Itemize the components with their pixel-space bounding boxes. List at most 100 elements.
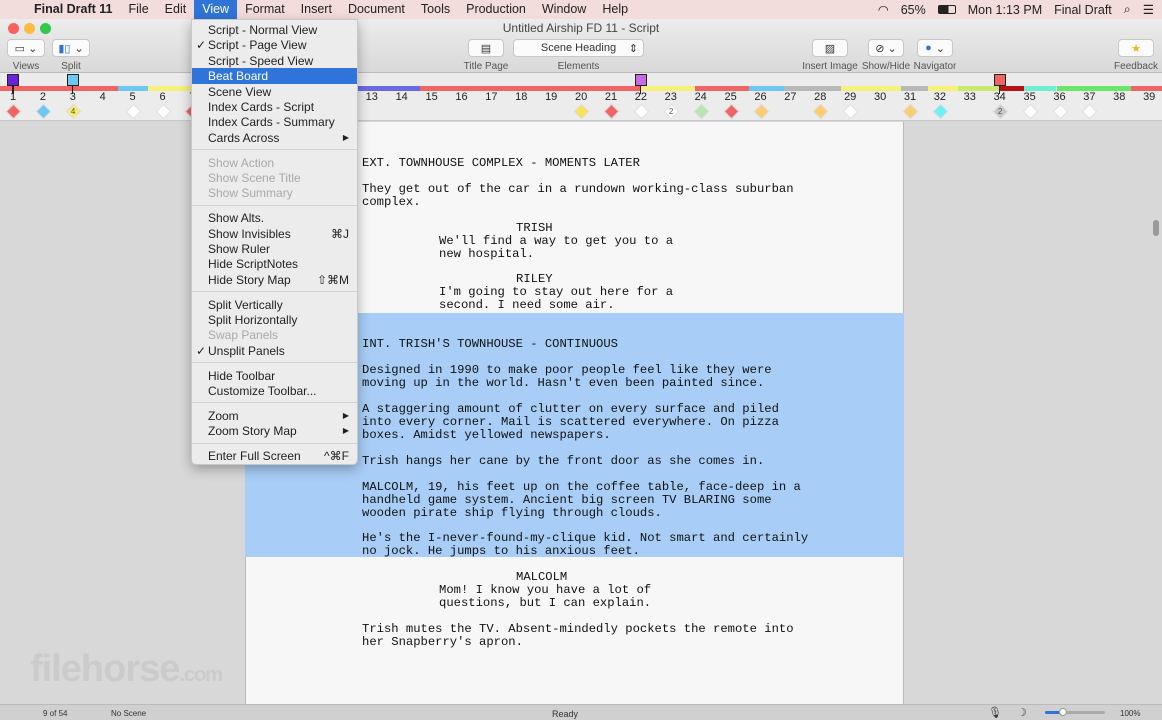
script-action-line[interactable]: They get out of the car in a rundown wor… — [362, 183, 794, 196]
user-menu[interactable]: Final Draft — [1054, 3, 1112, 17]
scene-beat-diamond[interactable] — [753, 103, 769, 120]
scene-beat-diamond[interactable] — [125, 103, 141, 120]
scene-beat-diamond[interactable] — [1052, 103, 1068, 120]
scene-number[interactable]: 30 — [868, 91, 892, 103]
scene-number[interactable]: 21 — [599, 91, 623, 103]
scene-number[interactable]: 14 — [390, 91, 414, 103]
menu-item-split-vertically[interactable]: Split Vertically — [192, 297, 357, 313]
scene-beat-diamond[interactable] — [603, 103, 620, 120]
scene-number[interactable]: 13 — [360, 91, 384, 103]
menu-item-script-speed-view[interactable]: Script - Speed View — [192, 53, 357, 69]
scene-number[interactable]: 5 — [121, 91, 145, 103]
scene-number[interactable]: 16 — [450, 91, 474, 103]
menu-window[interactable]: Window — [534, 0, 594, 19]
microphone-icon[interactable]: 🎙︎ — [988, 706, 1002, 719]
menu-item-scene-view[interactable]: Scene View — [192, 84, 357, 100]
scene-number[interactable]: 27 — [778, 91, 802, 103]
scene-beat-diamond[interactable] — [1022, 103, 1038, 120]
script-action-line[interactable]: complex. — [362, 196, 421, 209]
menu-insert[interactable]: Insert — [293, 0, 340, 19]
scene-number[interactable]: 28 — [808, 91, 832, 103]
zoom-slider[interactable] — [1045, 708, 1105, 716]
battery-percent[interactable]: 65% — [901, 3, 926, 17]
wifi-icon[interactable]: ◠ — [878, 2, 889, 17]
scene-number[interactable]: 18 — [509, 91, 533, 103]
navigator-button[interactable]: ● ⌄ Navigator — [912, 39, 958, 72]
apple-icon[interactable] — [0, 0, 26, 19]
menu-edit[interactable]: Edit — [157, 0, 195, 19]
scene-number[interactable]: 23 — [659, 91, 683, 103]
scene-number[interactable]: 39 — [1137, 91, 1161, 103]
menu-item-index-cards-summary[interactable]: Index Cards - Summary — [192, 114, 357, 130]
story-map-marker[interactable] — [7, 74, 19, 94]
split-button[interactable]: ▮▯ ⌄ Split — [52, 39, 90, 72]
script-dialogue-line[interactable]: second. I need some air. — [439, 299, 615, 312]
menu-item-unsplit-panels[interactable]: ✓ Unsplit Panels — [192, 343, 357, 359]
story-map[interactable]: 1234456789101112131415161718192021222322… — [0, 73, 1162, 121]
scene-number[interactable]: 19 — [539, 91, 563, 103]
clock[interactable]: Mon 1:13 PM — [968, 3, 1042, 17]
script-action-line[interactable]: EXT. TOWNHOUSE COMPLEX - MOMENTS LATER — [362, 157, 640, 170]
menu-document[interactable]: Document — [340, 0, 413, 19]
scene-number[interactable]: 26 — [749, 91, 773, 103]
story-map-marker[interactable] — [66, 74, 79, 94]
scene-number[interactable]: 4 — [91, 91, 115, 103]
scene-number[interactable]: 29 — [838, 91, 862, 103]
menu-production[interactable]: Production — [458, 0, 534, 19]
scene-number[interactable]: 15 — [420, 91, 444, 103]
spotlight-search-icon[interactable]: ⌕ — [1124, 2, 1131, 17]
scene-number[interactable]: 20 — [569, 91, 593, 103]
script-dialogue-line[interactable]: new hospital. — [439, 248, 534, 261]
script-action-line[interactable]: her Snapberry's apron. — [362, 636, 523, 649]
scene-beat-diamond[interactable] — [155, 103, 171, 120]
scene-number[interactable]: 2 — [31, 91, 55, 103]
scene-number[interactable]: 38 — [1107, 91, 1131, 103]
battery-icon[interactable] — [937, 5, 956, 14]
scene-beat-diamond[interactable] — [932, 103, 949, 120]
scene-number[interactable]: 24 — [689, 91, 713, 103]
night-mode-icon[interactable]: ☽ — [1017, 706, 1027, 719]
story-map-marker[interactable] — [993, 74, 1006, 94]
notification-center-icon[interactable]: ☰ — [1143, 2, 1154, 17]
scene-beat-diamond[interactable] — [1082, 103, 1098, 120]
story-map-marker[interactable] — [634, 74, 647, 94]
scene-beat-diamond[interactable] — [35, 103, 52, 120]
menu-item-zoom-story-map[interactable]: Zoom Story Map ▶ — [192, 423, 357, 439]
scene-beat-diamond[interactable] — [902, 103, 919, 120]
menu-file[interactable]: File — [121, 0, 157, 19]
elements-select[interactable]: Scene Heading ⇕ — [513, 39, 644, 57]
title-page-button[interactable]: ▤ Title Page — [462, 39, 510, 72]
scene-beat-diamond[interactable] — [723, 103, 739, 120]
scene-beat-diamond[interactable] — [813, 103, 829, 120]
scene-beat-diamond[interactable]: 2 — [663, 103, 680, 120]
scene-beat-diamond[interactable]: 4 — [65, 103, 82, 120]
menu-item-show-invisibles[interactable]: Show Invisibles ⌘J — [192, 226, 357, 242]
menu-item-hide-story-map[interactable]: Hide Story Map ⇧⌘M — [192, 272, 357, 288]
menu-item-cards-across[interactable]: Cards Across ▶ — [192, 130, 357, 146]
scene-beat-diamond[interactable] — [573, 103, 590, 120]
views-button[interactable]: ▭ ⌄ Views — [7, 39, 45, 72]
menu-item-beat-board[interactable]: Beat Board — [192, 68, 357, 85]
script-action-line[interactable]: INT. TRISH'S TOWNHOUSE - CONTINUOUS — [362, 338, 618, 351]
scene-number[interactable]: 6 — [151, 91, 175, 103]
vertical-scrollbar[interactable] — [1153, 220, 1159, 236]
scene-number[interactable]: 17 — [479, 91, 503, 103]
menu-format[interactable]: Format — [237, 0, 293, 19]
menu-item-script-page-view[interactable]: ✓ Script - Page View — [192, 37, 357, 53]
scene-number[interactable]: 33 — [958, 91, 982, 103]
script-action-line[interactable]: moving up in the world. Hasn't even been… — [362, 377, 764, 390]
script-action-line[interactable]: wooden pirate ship flying through clouds… — [362, 507, 662, 520]
script-action-line[interactable]: boxes. Amidst yellowed newspapers. — [362, 429, 611, 442]
scene-beat-diamond[interactable] — [693, 103, 709, 120]
scene-number[interactable]: 37 — [1077, 91, 1101, 103]
show-hide-button[interactable]: ⊘ ⌄ Show/Hide — [860, 39, 912, 72]
scene-beat-diamond[interactable] — [5, 103, 22, 120]
menu-view[interactable]: View — [194, 0, 238, 19]
menu-item-show-alts[interactable]: Show Alts. — [192, 210, 357, 226]
menu-item-zoom[interactable]: Zoom ▶ — [192, 408, 357, 424]
script-dialogue-line[interactable]: questions, but I can explain. — [439, 597, 651, 610]
menu-app[interactable]: Final Draft 11 — [26, 0, 121, 19]
scene-beat-diamond[interactable]: 2 — [992, 103, 1008, 120]
menu-item-customize-toolbar[interactable]: Customize Toolbar... — [192, 383, 357, 399]
script-action-line[interactable]: no jock. He jumps to his anxious feet. — [362, 545, 640, 558]
